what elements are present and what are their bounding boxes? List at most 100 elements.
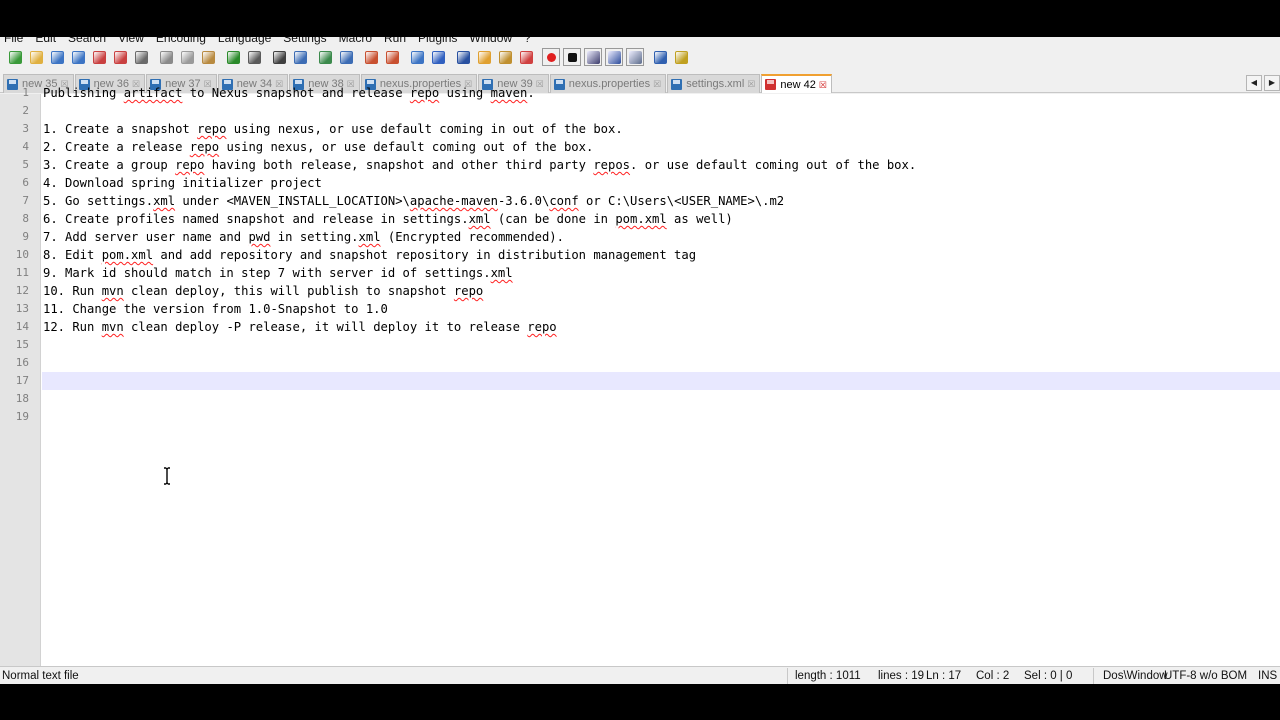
play-macro-button[interactable]: [584, 48, 602, 66]
text-line: 7. Add server user name and pwd in setti…: [42, 228, 564, 246]
text-segment: (can be done in: [490, 212, 616, 226]
stop-macro-button[interactable]: [563, 48, 581, 66]
tab-close-icon[interactable]: ☒: [653, 79, 661, 89]
misspelled-word: pom.xml: [101, 248, 154, 262]
text-segment: having both release, snapshot and other …: [204, 158, 594, 172]
text-segment: using: [439, 86, 491, 100]
misspelled-word: repo: [453, 284, 484, 298]
text-segment: using nexus, or use default coming out o…: [219, 140, 594, 154]
text-line: Publishing artifact to Nexus snapshot an…: [42, 84, 535, 102]
tab-scroll-left-button[interactable]: ◀: [1246, 75, 1262, 91]
saved-file-icon: [553, 78, 565, 90]
menu-item[interactable]: ?: [518, 37, 537, 46]
run-macro-multiple-icon: [607, 50, 621, 64]
indent-guide-icon: [456, 50, 470, 64]
misspelled-word: xml: [490, 266, 513, 280]
print-button[interactable]: [132, 48, 150, 66]
status-eol: Dos\Window: [1103, 670, 1168, 682]
spell-check-button[interactable]: [651, 48, 669, 66]
save-macro-button[interactable]: [626, 48, 644, 66]
menu-item[interactable]: Language: [212, 37, 277, 46]
menu-item[interactable]: Settings: [277, 37, 332, 46]
menu-item[interactable]: Plugins: [412, 37, 463, 46]
text-segment: -3.6.0\: [497, 194, 550, 208]
menu-item[interactable]: View: [112, 37, 150, 46]
new-file-button[interactable]: [6, 48, 24, 66]
tab-scroll-right-button[interactable]: ▶: [1264, 75, 1280, 91]
copy-button[interactable]: [178, 48, 196, 66]
tab-settings-xml[interactable]: settings.xml ☒: [667, 74, 761, 93]
sync-horizontal-button[interactable]: [383, 48, 401, 66]
text-segment: as well): [666, 212, 733, 226]
word-wrap-button[interactable]: [408, 48, 426, 66]
redo-button[interactable]: [245, 48, 263, 66]
zoom-in-icon: [318, 50, 332, 64]
undo-button[interactable]: [224, 48, 242, 66]
line-number: 14: [15, 320, 29, 333]
line-number: 2: [22, 104, 29, 117]
doc-map-icon: [498, 50, 512, 64]
open-file-button[interactable]: [27, 48, 45, 66]
status-column: Col : 2: [976, 670, 1010, 682]
text-line: 8. Edit pom.xml and add repository and s…: [42, 246, 696, 264]
text-area[interactable]: Publishing artifact to Nexus snapshot an…: [42, 86, 1280, 666]
function-list-button[interactable]: [517, 48, 535, 66]
text-line: [42, 372, 43, 390]
line-number-gutter: 1 2 3 4 5 6 7 8 9 10 11 12 13 14 15 16 17 18 19: [0, 86, 41, 666]
misspelled-word: xml: [468, 212, 491, 226]
status-file-type: Normal text file: [2, 670, 79, 682]
sync-vertical-button[interactable]: [362, 48, 380, 66]
line-number: 12: [15, 284, 29, 297]
record-macro-button[interactable]: [542, 48, 560, 66]
folder-as-workspace-button[interactable]: [475, 48, 493, 66]
tab-new-42[interactable]: new 42 ☒: [761, 74, 832, 93]
save-macro-icon: [628, 50, 642, 64]
text-segment: under <MAVEN_INSTALL_LOCATION>\: [175, 194, 410, 208]
plugin-button[interactable]: [672, 48, 690, 66]
tab-close-icon[interactable]: ☒: [747, 79, 755, 89]
editor-area[interactable]: 1 2 3 4 5 6 7 8 9 10 11 12 13 14 15 16 17 18 19 Publishing…: [0, 86, 1280, 666]
print-icon: [134, 50, 148, 64]
text-segment: 4. Download spring initializer project: [43, 176, 322, 190]
current-line-highlight: [42, 372, 1280, 390]
line-number: 11: [15, 266, 29, 279]
menu-item[interactable]: File: [0, 37, 29, 46]
text-segment: using nexus, or use default coming in ou…: [226, 122, 623, 136]
line-number: 5: [22, 158, 29, 171]
misspelled-word: maven: [490, 86, 528, 100]
zoom-in-button[interactable]: [316, 48, 334, 66]
close-all-button[interactable]: [111, 48, 129, 66]
menu-item[interactable]: Search: [62, 37, 112, 46]
paste-button[interactable]: [199, 48, 217, 66]
tab-close-icon[interactable]: ☒: [819, 80, 827, 90]
tab-label: nexus.properties: [568, 78, 651, 90]
zoom-out-button[interactable]: [337, 48, 355, 66]
find-button[interactable]: [270, 48, 288, 66]
misspelled-word: apache-maven: [409, 194, 498, 208]
menu-item[interactable]: Macro: [333, 37, 378, 46]
show-all-chars-button[interactable]: [429, 48, 447, 66]
stop-macro-icon: [567, 52, 577, 62]
doc-map-button[interactable]: [496, 48, 514, 66]
line-number: 9: [22, 230, 29, 243]
cut-button[interactable]: [157, 48, 175, 66]
run-macro-multiple-button[interactable]: [605, 48, 623, 66]
tab-nexus-properties[interactable]: nexus.properties ☒: [549, 74, 667, 93]
line-number: 16: [15, 356, 29, 369]
replace-button[interactable]: [291, 48, 309, 66]
menu-item[interactable]: Encoding: [150, 37, 212, 46]
undo-icon: [226, 50, 240, 64]
plugin-icon: [674, 50, 688, 64]
save-button[interactable]: [48, 48, 66, 66]
menu-item[interactable]: Edit: [29, 37, 62, 46]
close-button[interactable]: [90, 48, 108, 66]
open-file-icon: [29, 50, 43, 64]
menu-item[interactable]: Run: [378, 37, 412, 46]
tab-close-icon[interactable]: ☒: [536, 79, 544, 89]
status-length: length : 1011: [795, 670, 861, 682]
save-all-button[interactable]: [69, 48, 87, 66]
menu-item[interactable]: Window: [463, 37, 518, 46]
misspelled-word: pom.xml: [615, 212, 667, 226]
toolbar: [6, 48, 693, 66]
indent-guide-button[interactable]: [454, 48, 472, 66]
